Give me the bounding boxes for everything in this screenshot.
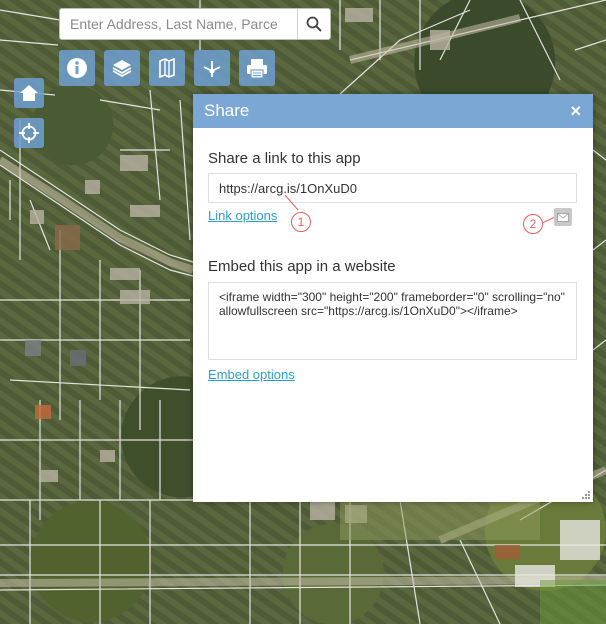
email-button[interactable] xyxy=(554,208,572,226)
search-button[interactable] xyxy=(297,9,330,39)
share-link-field[interactable]: https://arcg.is/1OnXuD0 xyxy=(208,173,577,203)
legend-icon xyxy=(159,57,175,79)
embed-options-link[interactable]: Embed options xyxy=(208,367,295,382)
home-icon xyxy=(20,85,38,101)
print-button[interactable] xyxy=(239,50,275,86)
home-button[interactable] xyxy=(14,78,44,108)
search-bar xyxy=(59,8,331,40)
link-options-link[interactable]: Link options xyxy=(208,208,277,223)
layers-icon xyxy=(112,60,132,78)
callout-2-badge: 2 xyxy=(523,214,543,234)
legend-button[interactable] xyxy=(149,50,185,86)
share-tool-button[interactable] xyxy=(194,50,230,86)
print-icon xyxy=(247,59,267,79)
embed-label: Embed this app in a website xyxy=(208,258,396,275)
share-panel-header[interactable]: Share × xyxy=(193,94,593,128)
resize-handle-icon[interactable] xyxy=(581,490,591,500)
share-panel: Share × Share a link to this app https:/… xyxy=(193,94,593,502)
about-button[interactable] xyxy=(59,50,95,86)
share-link-label: Share a link to this app xyxy=(208,150,361,167)
embed-code-field[interactable]: <iframe width="300" height="200" framebo… xyxy=(208,282,577,360)
locate-button[interactable] xyxy=(14,118,44,148)
layers-button[interactable] xyxy=(104,50,140,86)
locate-icon xyxy=(19,123,39,143)
search-input[interactable] xyxy=(60,9,298,39)
callout-1-pointer xyxy=(284,194,299,211)
share-panel-title: Share xyxy=(204,101,250,120)
close-icon[interactable]: × xyxy=(570,102,581,120)
callout-1-badge: 1 xyxy=(291,212,311,232)
info-icon xyxy=(67,58,87,78)
mail-icon xyxy=(557,212,569,222)
search-icon xyxy=(306,16,322,32)
share-icon xyxy=(203,61,221,77)
